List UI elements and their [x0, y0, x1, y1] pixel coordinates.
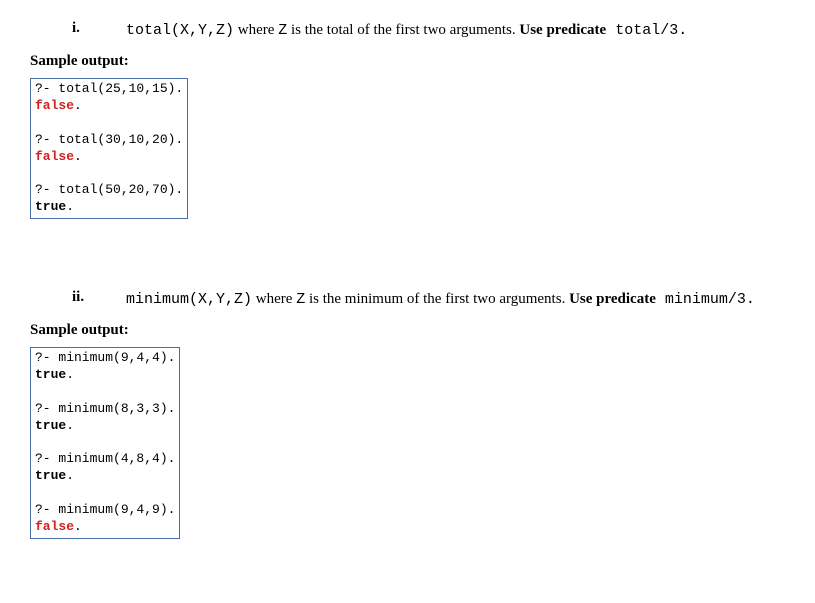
query-line: ?- total(50,20,70). [35, 182, 183, 199]
result-line: false. [35, 519, 175, 536]
text-before-var: where [252, 291, 296, 307]
text-before-var: where [234, 22, 278, 38]
predicate-signature: minimum/3. [656, 291, 755, 308]
use-predicate-label: Use predicate [519, 22, 606, 38]
result-line: false. [35, 98, 183, 115]
exercise-item-ii: ii. minimum(X,Y,Z) where Z is the minimu… [30, 289, 785, 310]
blank-line [35, 435, 175, 452]
result-line: false. [35, 149, 183, 166]
text-after-var: is the total of the first two arguments. [287, 22, 519, 38]
predicate-call: minimum(X,Y,Z) [126, 291, 252, 308]
blank-line [35, 115, 183, 132]
true-result: true [35, 199, 66, 214]
query-line: ?- minimum(4,8,4). [35, 451, 175, 468]
result-line: true. [35, 199, 183, 216]
sample-output-label: Sample output: [30, 53, 785, 70]
query-line: ?- minimum(8,3,3). [35, 401, 175, 418]
item-number: i. [30, 20, 126, 37]
false-result: false [35, 149, 74, 164]
query-line: ?- minimum(9,4,4). [35, 350, 175, 367]
predicate-call: total(X,Y,Z) [126, 22, 234, 39]
use-predicate-label: Use predicate [569, 291, 656, 307]
item-description: minimum(X,Y,Z) where Z is the minimum of… [126, 289, 785, 310]
result-line: true. [35, 418, 175, 435]
true-result: true [35, 367, 66, 382]
exercise-item-i: i. total(X,Y,Z) where Z is the total of … [30, 20, 785, 41]
text-after-var: is the minimum of the first two argument… [305, 291, 569, 307]
false-result: false [35, 98, 74, 113]
item-number: ii. [30, 289, 126, 306]
item-row: ii. minimum(X,Y,Z) where Z is the minimu… [30, 289, 785, 310]
sample-output-label: Sample output: [30, 322, 785, 339]
predicate-signature: total/3. [606, 22, 687, 39]
item-description: total(X,Y,Z) where Z is the total of the… [126, 20, 785, 41]
blank-line [35, 384, 175, 401]
item-row: i. total(X,Y,Z) where Z is the total of … [30, 20, 785, 41]
var-z: Z [296, 291, 305, 308]
sample-output-box-ii: ?- minimum(9,4,4). true. ?- minimum(8,3,… [30, 347, 180, 539]
true-result: true [35, 418, 66, 433]
false-result: false [35, 519, 74, 534]
blank-line [35, 165, 183, 182]
result-line: true. [35, 468, 175, 485]
var-z: Z [278, 22, 287, 39]
result-line: true. [35, 367, 175, 384]
blank-line [35, 485, 175, 502]
sample-output-box-i: ?- total(25,10,15). false. ?- total(30,1… [30, 78, 188, 219]
true-result: true [35, 468, 66, 483]
query-line: ?- total(25,10,15). [35, 81, 183, 98]
query-line: ?- total(30,10,20). [35, 132, 183, 149]
query-line: ?- minimum(9,4,9). [35, 502, 175, 519]
